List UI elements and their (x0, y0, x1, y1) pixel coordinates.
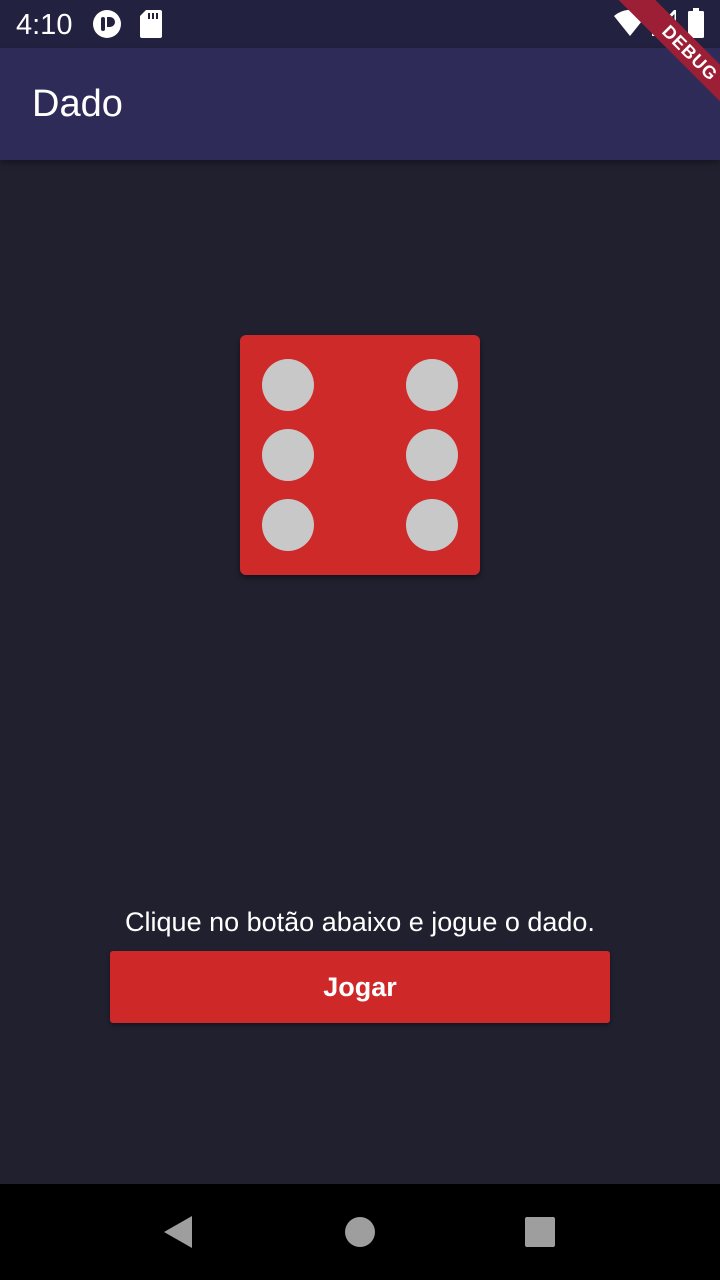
die-pip (406, 499, 458, 551)
die-face[interactable] (240, 335, 480, 575)
die-pip (262, 429, 314, 481)
status-bar: 4:10 (0, 0, 720, 48)
sd-card-icon (140, 10, 162, 38)
screen: 4:10 Dado DEBUG Clique no botão abaixo e… (0, 0, 720, 1280)
nav-bar (0, 1184, 720, 1280)
status-time: 4:10 (16, 9, 73, 41)
die-pip (262, 499, 314, 551)
die-pip (406, 359, 458, 411)
battery-icon (688, 8, 704, 38)
play-button[interactable]: Jogar (110, 951, 610, 1023)
die-pip (262, 359, 314, 411)
home-icon[interactable] (312, 1184, 408, 1280)
instruction-text: Clique no botão abaixo e jogue o dado. (125, 907, 595, 937)
app-title: Dado (32, 83, 123, 125)
recents-icon[interactable] (492, 1184, 588, 1280)
accessibility-icon (93, 10, 121, 38)
back-icon[interactable] (130, 1184, 226, 1280)
app-bar: Dado (0, 48, 720, 160)
die-pip (406, 429, 458, 481)
